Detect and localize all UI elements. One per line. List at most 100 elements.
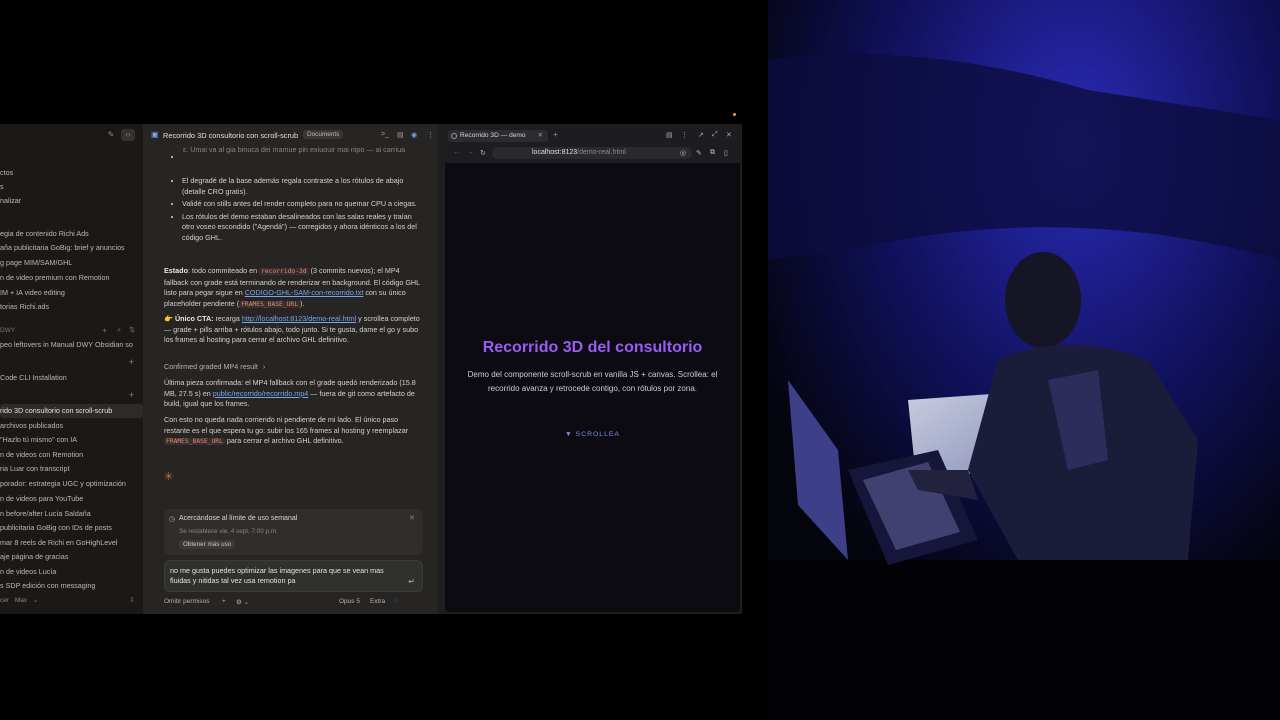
- sidebar-chat-item[interactable]: aje página de gracias: [0, 550, 143, 564]
- closing-paragraph: Con esto no queda nada corriendo ni pend…: [164, 415, 424, 448]
- chat-header: ▣ Recorrido 3D consultorio con scroll-sc…: [143, 124, 438, 146]
- sidebar-chat-item[interactable]: mar 8 reels de Richi en GoHighLevel: [0, 536, 143, 550]
- url-path: /demo-real.html: [577, 149, 626, 156]
- sidebar-chat-item[interactable]: n de videos con Remotion: [0, 448, 143, 462]
- sidebar-recent-item[interactable]: aña publicitaria GoBig: brief y anuncios: [0, 241, 143, 255]
- panel-icon[interactable]: ▤: [397, 131, 404, 139]
- demo-link[interactable]: http://localhost:8123/demo-real.html: [242, 314, 356, 323]
- message-input-text[interactable]: no me gusta puedes optimizar las imagene…: [170, 566, 406, 586]
- sidebar-user-footer[interactable]: cer Max ⌄ ⇩: [0, 594, 143, 608]
- sidebar-chat-item[interactable]: porador: estrategia UGC y optimización: [0, 477, 143, 491]
- sidebar-recent-item[interactable]: torias Richi.ads: [0, 300, 143, 314]
- cta-label: Único CTA:: [174, 314, 214, 323]
- permissions-button[interactable]: Omitir permisos: [164, 598, 210, 605]
- browser-tab[interactable]: Recorrido 3D — demo ✕: [448, 130, 548, 142]
- favicon-icon: [451, 133, 457, 139]
- sidebar-project-item[interactable]: peo leftovers in Manual DWY Obsidian so: [0, 338, 143, 352]
- sidebar-project-item[interactable]: Code CLI Installation: [0, 371, 143, 385]
- download-icon[interactable]: ⇩: [130, 594, 135, 608]
- add-icon[interactable]: +: [129, 390, 134, 400]
- mobile-icon[interactable]: ▯: [724, 149, 728, 157]
- sidebar-recent-item[interactable]: n de video premium con Remotion: [0, 271, 143, 285]
- scroll-hint: ▼ SCROLLEA: [565, 431, 620, 438]
- section-label: DWY: [0, 327, 16, 334]
- code-view-icon[interactable]: ‹›: [121, 129, 135, 141]
- effort-selector[interactable]: Extra: [370, 598, 385, 605]
- send-icon[interactable]: ↵: [408, 577, 415, 586]
- sidebar-item-top[interactable]: [0, 153, 143, 167]
- message-input[interactable]: no me gusta puedes optimizar las imagene…: [164, 560, 423, 592]
- layout-icon[interactable]: ▤: [666, 131, 673, 139]
- close-icon[interactable]: ✕: [409, 514, 415, 522]
- composer-footer: Omitir permisos + ⚙ ⌄ Opus 5 Extra ◌: [164, 597, 423, 610]
- sidebar-chat-item[interactable]: archivos publicados: [0, 419, 143, 433]
- status-label: Estado: [164, 266, 188, 275]
- tool-result-toggle[interactable]: Confirmed graded MP4 result ›: [164, 362, 265, 371]
- sidebar-chat-item[interactable]: n de videos Lucía: [0, 565, 143, 579]
- claude-spark-icon: ✳: [164, 471, 174, 483]
- cta-paragraph: 👉 Único CTA: recarga http://localhost:81…: [164, 314, 424, 346]
- webcam-feed: [768, 0, 1280, 720]
- tab-title: Recorrido 3D — demo: [460, 132, 526, 139]
- add-icon[interactable]: +: [129, 357, 134, 367]
- file-link[interactable]: public/recorrido/recorrido.mp4: [213, 389, 308, 398]
- edit-icon[interactable]: ✎: [696, 149, 702, 157]
- recording-indicator: [733, 113, 736, 116]
- assistant-message-list: El degradé de la base además regala cont…: [164, 176, 424, 245]
- add-icon[interactable]: +: [102, 325, 107, 337]
- address-bar[interactable]: localhost:8123/demo-real.html: [492, 147, 692, 159]
- tools-icon[interactable]: ⚙ ⌄: [236, 598, 249, 606]
- url-host: localhost:8123: [532, 149, 578, 156]
- search-icon[interactable]: ⌕: [117, 325, 121, 337]
- new-tab-icon[interactable]: +: [553, 130, 558, 139]
- sidebar-chat-item[interactable]: publicitaria GoBig con IDs de posts: [0, 521, 143, 535]
- forward-icon[interactable]: →: [467, 149, 474, 156]
- close-icon[interactable]: ✕: [726, 131, 732, 139]
- sidebar-chat-item-active[interactable]: rido 3D consultorio con scroll-scrub: [0, 404, 143, 418]
- page-viewport[interactable]: Recorrido 3D del consultorio Demo del co…: [445, 163, 740, 612]
- sidebar-item-projects[interactable]: ctos: [0, 166, 143, 180]
- new-chat-icon[interactable]: ✎: [104, 129, 118, 141]
- chat-panel: ▣ Recorrido 3D consultorio con scroll-sc…: [143, 124, 438, 614]
- info-icon: ◷: [169, 516, 176, 523]
- chat-title[interactable]: Recorrido 3D consultorio con scroll-scru…: [163, 131, 298, 140]
- more-icon[interactable]: ⋮: [427, 131, 434, 139]
- model-selector[interactable]: Opus 5: [339, 598, 360, 605]
- sidebar: ✎ ‹› ctos s nalizar egia de contenido Ri…: [0, 124, 143, 614]
- screenshot-icon[interactable]: ⧉: [710, 149, 715, 157]
- target-icon[interactable]: ◎: [680, 149, 686, 157]
- sidebar-topbar: ✎ ‹›: [0, 124, 143, 146]
- sidebar-chat-item[interactable]: ria Luar con transcript: [0, 462, 143, 476]
- sidebar-recent-item[interactable]: IM + IA video editing: [0, 286, 143, 300]
- more-icon[interactable]: ⋮: [681, 131, 688, 139]
- get-more-usage-button[interactable]: Obtener más uso: [179, 540, 236, 549]
- add-icon[interactable]: +: [222, 598, 226, 605]
- globe-icon[interactable]: ◉: [411, 131, 417, 139]
- sidebar-chat-item[interactable]: n de videos para YouTube: [0, 492, 143, 506]
- sidebar-chat-item[interactable]: n before/after Lucía Saldaña: [0, 507, 143, 521]
- sidebar-recent-item[interactable]: g page MIM/SAM/GHL: [0, 256, 143, 270]
- webcam-scene: [768, 0, 1280, 720]
- open-external-icon[interactable]: ↗: [698, 131, 704, 139]
- sort-icon[interactable]: ⇅: [129, 325, 135, 337]
- close-tab-icon[interactable]: ✕: [537, 130, 543, 142]
- final-paragraph: Última pieza confirmada: el MP4 fallback…: [164, 378, 424, 410]
- usage-limit-notice: ◷ Acercándose al límite de uso semanal S…: [164, 509, 423, 555]
- list-item: Validé con stills antes del render compl…: [182, 199, 424, 210]
- project-badge[interactable]: Documents: [303, 130, 344, 139]
- sidebar-item-customize[interactable]: nalizar: [0, 194, 143, 208]
- loading-spinner-icon: ◌: [394, 597, 398, 604]
- chat-icon: ▣: [151, 130, 159, 139]
- sidebar-item-artifacts[interactable]: s: [0, 180, 143, 194]
- reload-icon[interactable]: ↻: [480, 149, 486, 157]
- assistant-message-bullets: ·: [164, 152, 424, 165]
- text: recarga: [213, 314, 242, 323]
- expand-icon[interactable]: ⤢: [712, 131, 718, 139]
- demo-title: Recorrido 3D del consultorio: [482, 339, 703, 356]
- sidebar-chat-item[interactable]: s SDP edición con messaging: [0, 579, 143, 593]
- terminal-icon[interactable]: >_: [381, 131, 389, 138]
- sidebar-chat-item[interactable]: "Hazlo tú mismo" con IA: [0, 433, 143, 447]
- sidebar-recent-item[interactable]: egia de contenido Richi Ads: [0, 227, 143, 241]
- file-link[interactable]: CODIGO-GHL-SAM-con-recorrido.txt: [245, 288, 364, 297]
- back-icon[interactable]: ←: [453, 149, 460, 156]
